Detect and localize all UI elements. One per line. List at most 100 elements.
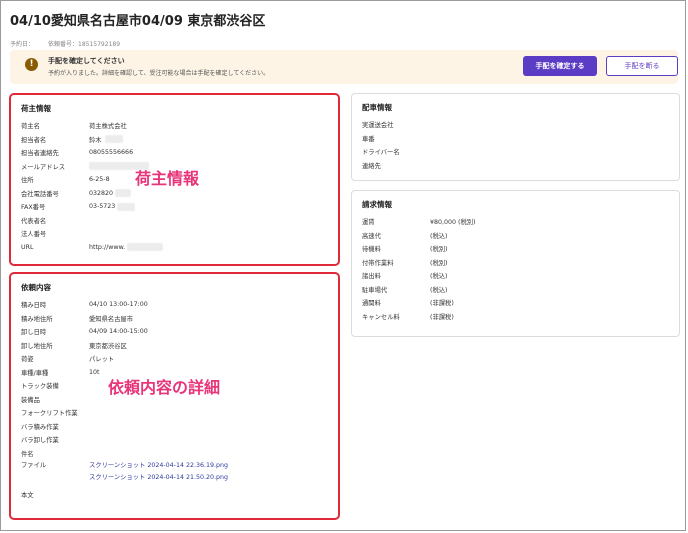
row-label: キャンセル料 [362, 313, 400, 321]
row-label: 高速代 [362, 232, 381, 240]
row-label: 車種/車種 [21, 369, 49, 377]
row-label: 卸し地住所 [21, 342, 53, 350]
request-row: フォークリフト作業 [21, 406, 328, 420]
request-number: 依頼番号：18515792189 [48, 39, 120, 48]
row-label: 卸し日時 [21, 329, 47, 337]
request-row-files: ファイル スクリーンショット 2024-04-14 22.36.19.png ス… [21, 460, 328, 488]
row-label: 積み地住所 [21, 315, 53, 323]
row-label: 通関料 [362, 300, 381, 308]
shipper-row: 代表者名 [21, 214, 328, 228]
billing-info-rows: 運賃 ¥80,000 (税別) 高速代 (税込) 待機料 (税別) 付帯作業料 (税別)… [362, 215, 669, 323]
row-value: (税別) [430, 246, 448, 254]
meta-row: 予約日： 依頼番号：18515792189 [10, 39, 678, 48]
request-row: 卸し日時 04/09 14:00-15:00 [21, 325, 328, 339]
shipper-info-card: 荷主情報 荷主名 荷主株式会社 担当者名 鈴木 担当者連絡先 08055556666 … [9, 93, 340, 266]
scheduled-date-label: 予約日： [10, 41, 35, 48]
dispatch-info-card: 配車情報 実運送会社 車番 ドライバー名 連絡先 [351, 93, 680, 181]
shipper-row: URL http://www. [21, 241, 328, 255]
redaction [117, 202, 136, 211]
row-value: 08055556666 [89, 149, 134, 157]
row-label: 運賃 [362, 219, 375, 227]
row-label: 車番 [362, 135, 375, 143]
request-details-overlay-label: 依頼内容の詳細 [108, 378, 221, 397]
billing-row: 駐車場代 (税込) [362, 283, 669, 297]
billing-row: 付帯作業料 (税別) [362, 256, 669, 270]
row-value: 03-5723 [89, 203, 116, 211]
row-label: 駐車場代 [362, 286, 388, 294]
row-value: (税込) [430, 286, 448, 294]
shipper-row: 法人番号 [21, 227, 328, 241]
row-label: 付帯作業料 [362, 259, 394, 267]
row-value: 04/10 13:00-17:00 [89, 301, 148, 309]
row-label: FAX番号 [21, 204, 46, 212]
request-details-card: 依頼内容 積み日時 04/10 13:00-17:00 積み地住所 愛知県名古屋市 … [9, 272, 340, 520]
billing-row: 通関料 (非課税) [362, 296, 669, 310]
row-value: (税込) [430, 273, 448, 281]
dispatch-row: 実運送会社 [362, 118, 669, 132]
row-label: 担当者名 [21, 136, 47, 144]
dispatch-info-rows: 実運送会社 車番 ドライバー名 連絡先 [362, 118, 669, 172]
request-details-rows: 積み日時 04/10 13:00-17:00 積み地住所 愛知県名古屋市 卸し日時 0… [21, 298, 328, 502]
row-label: 法人番号 [21, 231, 47, 239]
confirm-alert: ! 手配を確定してください 予約が入りました。詳細を確認して、受注可能な場合は手… [10, 50, 678, 84]
row-label: バラ積み作業 [21, 423, 59, 431]
row-value: 6-25-8 [89, 176, 110, 184]
request-row: 卸し地住所 東京都渋谷区 [21, 339, 328, 353]
shipper-info-title: 荷主情報 [21, 104, 51, 113]
row-value: (税別) [430, 259, 448, 267]
billing-info-card: 請求情報 運賃 ¥80,000 (税別) 高速代 (税込) 待機料 (税別) 付帯作業… [351, 190, 680, 337]
row-label: 本文 [21, 492, 34, 500]
request-row: 件名 [21, 447, 328, 461]
redaction [115, 189, 132, 198]
alert-title: 手配を確定してください [48, 57, 125, 65]
row-value: http://www. [89, 243, 126, 251]
dispatch-info-title: 配車情報 [362, 103, 392, 112]
row-value: (税込) [430, 232, 448, 240]
row-label: 荷姿 [21, 356, 34, 364]
billing-row: 諸出料 (税込) [362, 269, 669, 283]
row-value: 鈴木 [89, 136, 102, 144]
alert-icon: ! [25, 58, 38, 71]
row-label: 積み日時 [21, 302, 47, 310]
row-label: 荷主名 [21, 123, 40, 131]
row-value: (非課税) [430, 300, 454, 308]
row-label: トラック装備 [21, 383, 59, 391]
dispatch-row: 連絡先 [362, 159, 669, 173]
request-row: 積み地住所 愛知県名古屋市 [21, 312, 328, 326]
row-label: 諸出料 [362, 273, 381, 281]
row-value: 04/09 14:00-15:00 [89, 328, 148, 336]
row-label: 連絡先 [362, 162, 381, 170]
shipper-row: 荷主名 荷主株式会社 [21, 119, 328, 133]
row-value: 10t [89, 368, 100, 376]
dispatch-row: ドライバー名 [362, 145, 669, 159]
file-link[interactable]: スクリーンショット 2024-04-14 22.36.19.png [89, 460, 228, 472]
row-value: (非課税) [430, 313, 454, 321]
file-link[interactable]: スクリーンショット 2024-04-14 21.50.20.png [89, 472, 228, 484]
decline-arrangement-button[interactable]: 手配を断る [606, 56, 678, 76]
row-label: ファイル [21, 462, 47, 469]
row-value: パレット [89, 356, 115, 364]
confirm-arrangement-button[interactable]: 手配を確定する [523, 56, 597, 76]
row-label: 住所 [21, 177, 34, 185]
request-number-value: 18515792189 [78, 41, 121, 48]
request-row: バラ積み作業 [21, 420, 328, 434]
row-label: メールアドレス [21, 163, 66, 171]
shipper-row: 担当者連絡先 08055556666 [21, 146, 328, 160]
row-label: 実運送会社 [362, 122, 394, 130]
page-title: 04/10愛知県名古屋市04/09 東京都渋谷区 [10, 14, 266, 29]
row-label: 会社電話番号 [21, 190, 59, 198]
request-row: 荷姿 パレット [21, 352, 328, 366]
redaction [104, 135, 123, 144]
file-list: スクリーンショット 2024-04-14 22.36.19.png スクリーンシ… [89, 460, 228, 484]
shipper-row: FAX番号 03-5723 [21, 200, 328, 214]
billing-row: 運賃 ¥80,000 (税別) [362, 215, 669, 229]
page-header: 04/10愛知県名古屋市04/09 東京都渋谷区 予約日： 依頼番号：18515… [10, 10, 678, 48]
row-value: ¥80,000 (税別) [430, 219, 476, 227]
billing-info-title: 請求情報 [362, 200, 392, 209]
request-number-label: 依頼番号： [48, 41, 79, 48]
request-row: 積み日時 04/10 13:00-17:00 [21, 298, 328, 312]
row-label: フォークリフト作業 [21, 410, 78, 418]
row-label: 担当者連絡先 [21, 150, 59, 158]
row-label: 代表者名 [21, 217, 47, 225]
row-label: 装備品 [21, 396, 40, 404]
